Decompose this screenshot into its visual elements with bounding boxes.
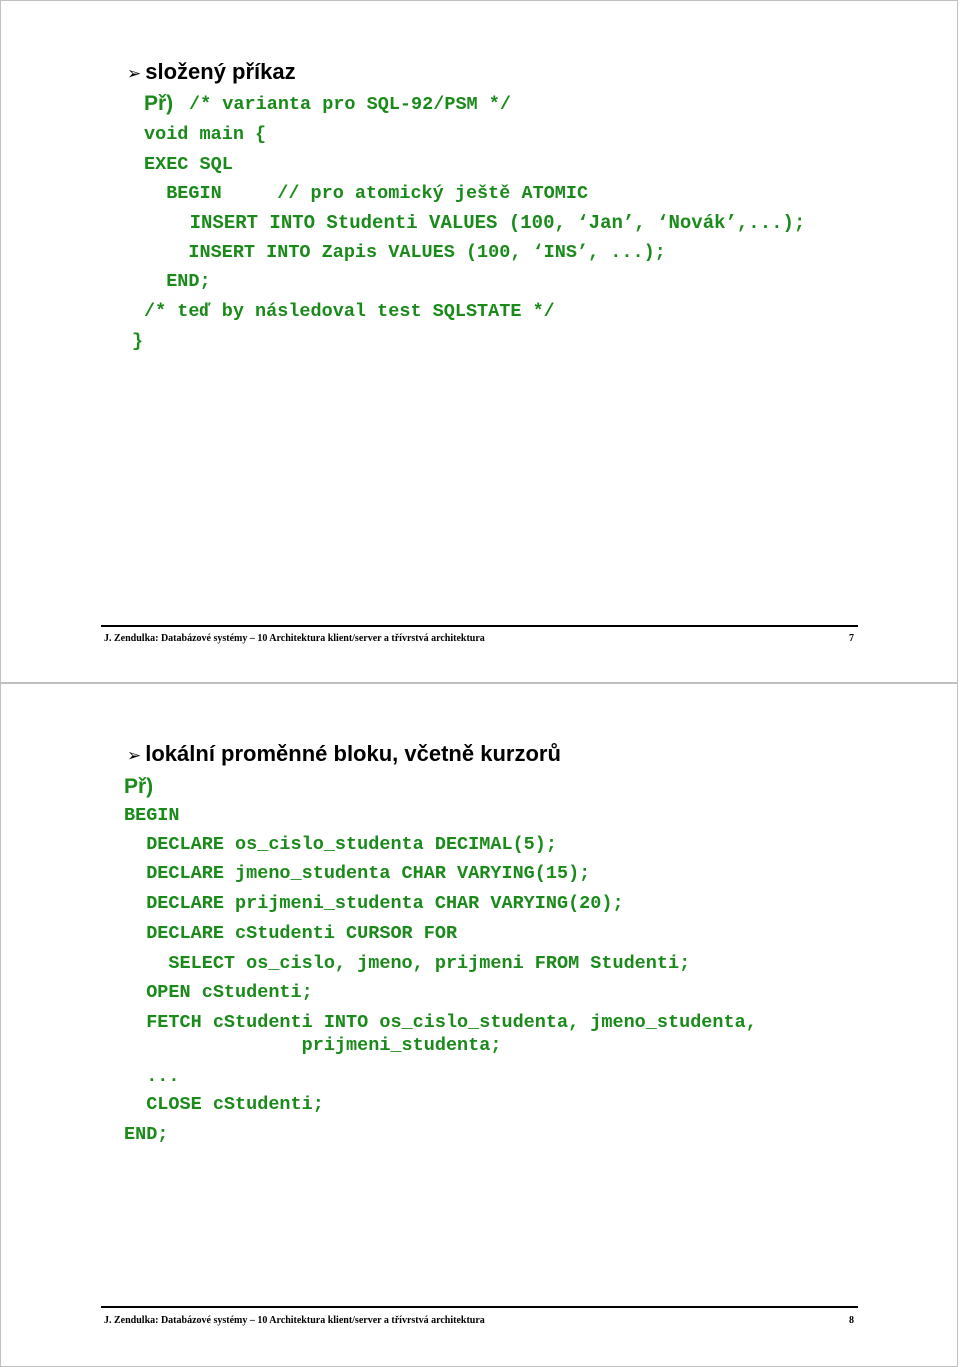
code-line: SELECT os_cislo, jmeno, prijmeni FROM St… [124,953,691,974]
page-footer: J. Zendulka: Databázové systémy – 10 Arc… [104,633,854,644]
code-line: } [132,331,144,352]
code-line: BEGIN // pro atomický ještě ATOMIC [144,183,589,204]
slide-page-7: ➢ složený příkaz Př) /* varianta pro SQL-… [0,0,958,683]
code-line: DECLARE prijmeni_studenta CHAR VARYING(2… [124,893,624,914]
code-line: DECLARE jmeno_studenta CHAR VARYING(15); [124,863,591,884]
heading-text: složený příkaz [145,59,296,84]
page-footer: J. Zendulka: Databázové systémy – 10 Arc… [104,1315,854,1326]
footer-text: J. Zendulka: Databázové systémy – 10 Arc… [104,1315,485,1326]
slide-heading: ➢ složený příkaz [127,59,296,85]
example-label: Př) [124,775,154,798]
code-line: INSERT INTO Studenti VALUES (100, ‘Jan’,… [144,212,806,234]
code-line: CLOSE cStudenti; [124,1094,324,1115]
page-number: 8 [849,1315,854,1326]
arrow-bullet-icon: ➢ [127,64,142,84]
slide-page-8: ➢ lokální proměnné bloku, včetně kurzorů … [0,683,958,1367]
slide-heading: ➢ lokální proměnné bloku, včetně kurzorů [127,741,561,767]
code-line: DECLARE cStudenti CURSOR FOR [124,923,458,944]
code-line: FETCH cStudenti INTO os_cislo_studenta, … [124,1012,757,1033]
footer-divider [101,625,858,627]
code-line: prijmeni_studenta; [124,1035,502,1056]
code-line: INSERT INTO Zapis VALUES (100, ‘INS’, ..… [144,242,666,263]
code-line: END; [124,1124,169,1145]
code-line: END; [144,271,211,292]
example-label: Př) [144,92,174,115]
code-line: void main { [144,124,267,145]
code-line: ... [124,1066,180,1087]
code-line: OPEN cStudenti; [124,982,313,1003]
code-line: BEGIN [124,805,180,826]
code-line: DECLARE os_cislo_studenta DECIMAL(5); [124,834,557,855]
code-line: /* teď by následoval test SQLSTATE */ [144,301,555,322]
footer-text: J. Zendulka: Databázové systémy – 10 Arc… [104,633,485,644]
code-line: EXEC SQL [144,154,233,175]
arrow-bullet-icon: ➢ [127,746,142,766]
page-number: 7 [849,633,854,644]
footer-divider [101,1306,858,1308]
code-line: /* varianta pro SQL-92/PSM */ [189,94,511,115]
heading-text: lokální proměnné bloku, včetně kurzorů [145,741,561,766]
